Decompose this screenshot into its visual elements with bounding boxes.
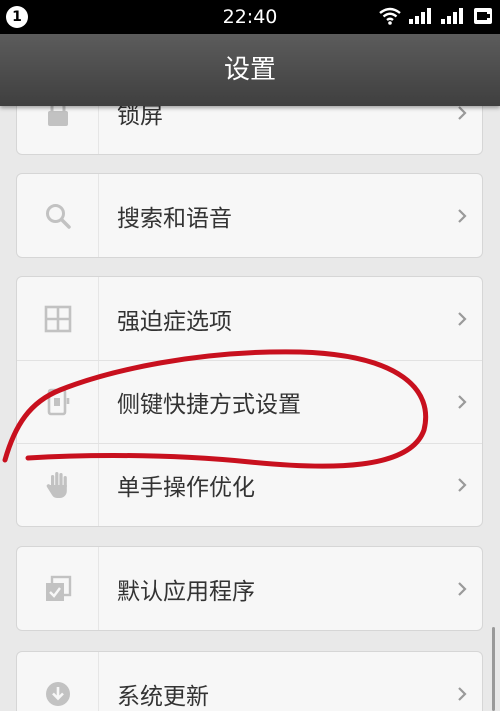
chevron-right-icon: [458, 395, 467, 409]
hand-icon: [46, 472, 67, 498]
settings-screen: 1 22:40 设置 锁屏 搜索和语音 强迫症选项 侧键快捷方式设置 单手操作优…: [0, 0, 500, 711]
settings-group: 强迫症选项 侧键快捷方式设置 单手操作优化: [16, 276, 483, 527]
settings-group: 默认应用程序: [16, 546, 483, 631]
download-icon: [45, 681, 70, 706]
chevron-right-icon: [458, 686, 467, 701]
settings-item-label: 强迫症选项: [117, 308, 232, 335]
settings-group: 系统更新: [16, 651, 483, 711]
chevron-right-icon: [458, 105, 467, 120]
settings-list: 锁屏 搜索和语音 强迫症选项 侧键快捷方式设置 单手操作优化 默认应用程序 系统…: [0, 0, 500, 711]
settings-item-label: 搜索和语音: [117, 205, 232, 232]
settings-item-one-hand-mode[interactable]: 单手操作优化: [17, 443, 482, 526]
chevron-right-icon: [458, 311, 467, 326]
default-apps-icon: [45, 575, 71, 601]
scrollbar[interactable]: [492, 627, 495, 711]
page-title: 设置: [223, 55, 276, 85]
settings-item-ocd-options[interactable]: 强迫症选项: [17, 277, 482, 360]
settings-item-label: 默认应用程序: [117, 578, 255, 605]
settings-item-label: 侧键快捷方式设置: [117, 392, 301, 418]
settings-item-label: 系统更新: [117, 683, 209, 710]
settings-item-label: 单手操作优化: [117, 475, 255, 501]
settings-item-default-apps[interactable]: 默认应用程序: [17, 547, 482, 630]
chevron-right-icon: [458, 478, 467, 492]
settings-group: 搜索和语音: [16, 173, 483, 258]
settings-item-search-voice[interactable]: 搜索和语音: [17, 174, 482, 257]
chevron-right-icon: [458, 581, 467, 596]
title-bar: 设置: [0, 34, 500, 106]
search-icon: [45, 203, 71, 229]
chevron-right-icon: [458, 208, 467, 223]
settings-item-system-update[interactable]: 系统更新: [17, 652, 482, 711]
grid-icon: [44, 305, 71, 332]
side-key-icon: [47, 388, 69, 416]
settings-item-side-key-shortcut[interactable]: 侧键快捷方式设置: [17, 360, 482, 443]
